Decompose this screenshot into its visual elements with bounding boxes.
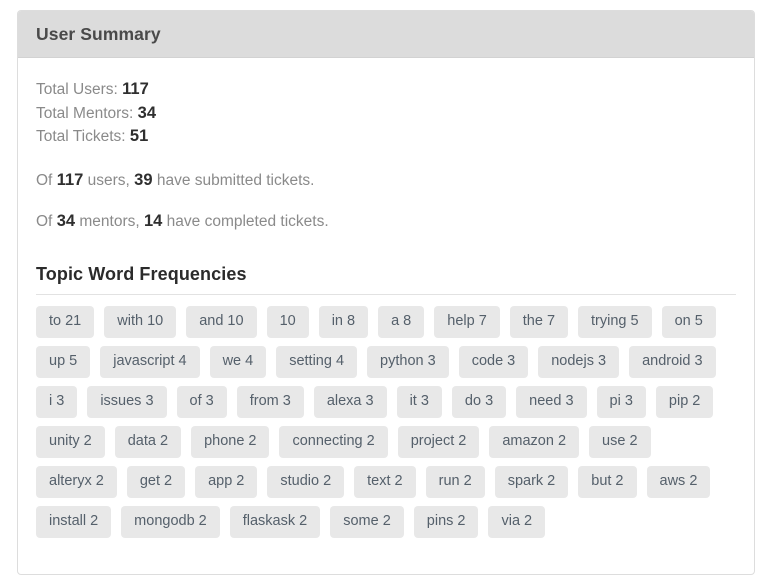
word-frequency-badge[interactable]: nodejs 3 [538,345,620,378]
word-frequency-badge[interactable]: pins 2 [413,505,479,538]
sentence-middle: users, [87,171,130,189]
word-frequency-badge[interactable]: from 3 [236,385,304,418]
sentence-middle: mentors, [79,212,140,230]
word-frequency-badge[interactable]: do 3 [451,385,507,418]
stat-label: Total Tickets: [36,128,126,145]
word-frequency-badge[interactable]: alexa 3 [313,385,387,418]
word-frequency-badge[interactable]: up 5 [36,345,91,378]
word-frequency-badge[interactable]: mongodb 2 [121,505,220,538]
word-frequency-badge[interactable]: project 2 [397,425,480,458]
sentence-prefix: Of [36,212,53,230]
panel-body: Total Users: 117 Total Mentors: 34 Total… [18,58,754,548]
word-frequency-badge[interactable]: data 2 [114,425,182,458]
section-divider [36,293,736,295]
word-frequency-badge[interactable]: connecting 2 [279,425,388,458]
word-frequency-list: to 21 with 10 and 10 10 in 8 a 8 help 7 the 7 tr… [36,305,736,538]
word-frequency-badge[interactable]: code 3 [458,345,529,378]
word-frequency-badge[interactable]: alteryx 2 [36,465,117,498]
sentence-completed-tickets: Of 34 mentors, 14 have completed tickets… [36,212,736,231]
word-frequency-badge[interactable]: of 3 [176,385,227,418]
page-title: User Summary [36,23,161,44]
word-frequency-badge[interactable]: 10 [266,305,309,338]
stat-value: 51 [129,127,149,145]
word-frequency-badge[interactable]: we 4 [209,345,267,378]
sentence-suffix: have submitted tickets. [156,171,315,189]
user-summary-panel: User Summary Total Users: 117 Total Ment… [17,10,755,575]
word-frequency-badge[interactable]: use 2 [589,425,651,458]
word-frequency-badge[interactable]: it 3 [396,385,442,418]
word-frequency-badge[interactable]: pi 3 [596,385,646,418]
sentence-prefix: Of [36,171,53,189]
word-frequency-badge[interactable]: setting 4 [276,345,358,378]
word-frequency-badge[interactable]: python 3 [367,345,449,378]
stat-value: 117 [122,80,149,98]
totals-block: Total Users: 117 Total Mentors: 34 Total… [36,78,736,149]
word-frequency-badge[interactable]: on 5 [661,305,716,338]
stat-label: Total Mentors: [36,104,134,122]
word-frequency-badge[interactable]: help 7 [434,305,500,338]
sentence-submitted-tickets: Of 117 users, 39 have submitted tickets. [36,171,736,190]
word-frequency-badge[interactable]: aws 2 [646,465,711,498]
sentence-value-submitted: 39 [134,170,153,189]
stat-total-tickets: Total Tickets: 51 [36,125,736,149]
stat-total-mentors: Total Mentors: 34 [36,102,736,126]
word-frequency-badge[interactable]: text 2 [354,465,416,498]
word-frequency-badge[interactable]: app 2 [195,465,258,498]
stat-total-users: Total Users: 117 [36,78,736,102]
word-frequency-badge[interactable]: run 2 [425,465,485,498]
word-frequency-badge[interactable]: but 2 [578,465,637,498]
word-frequency-badge[interactable]: some 2 [330,505,404,538]
word-frequency-badge[interactable]: install 2 [36,505,112,538]
word-frequency-badge[interactable]: the 7 [509,305,569,338]
sentence-value-completed: 14 [143,211,163,230]
word-frequency-badge[interactable]: a 8 [378,305,425,338]
stat-label: Total Users: [36,81,118,98]
sentence-value-users: 117 [56,170,84,189]
topic-word-frequencies-heading: Topic Word Frequencies [36,263,247,284]
word-frequency-badge[interactable]: with 10 [104,305,177,338]
word-frequency-badge[interactable]: flaskask 2 [229,505,321,538]
stat-value: 34 [137,103,157,122]
word-frequency-badge[interactable]: i 3 [36,385,78,418]
panel-header: User Summary [18,11,754,58]
word-frequency-badge[interactable]: spark 2 [494,465,569,498]
word-frequency-badge[interactable]: amazon 2 [489,425,580,458]
word-frequency-badge[interactable]: studio 2 [267,465,345,498]
word-frequency-badge[interactable]: phone 2 [191,425,270,458]
sentence-value-mentors: 34 [56,211,76,230]
word-frequency-badge[interactable]: to 21 [36,305,95,338]
word-frequency-badge[interactable]: issues 3 [87,385,167,418]
word-frequency-badge[interactable]: trying 5 [578,305,652,338]
word-frequency-badge[interactable]: in 8 [318,305,369,338]
word-frequency-badge[interactable]: and 10 [186,305,257,338]
word-frequency-badge[interactable]: android 3 [629,345,716,378]
word-frequency-badge[interactable]: pip 2 [655,385,714,418]
sentence-suffix: have completed tickets. [166,212,329,230]
word-frequency-badge[interactable]: via 2 [488,505,546,538]
word-frequency-badge[interactable]: get 2 [126,465,186,498]
word-frequency-badge[interactable]: javascript 4 [100,345,200,378]
word-frequency-badge[interactable]: need 3 [516,385,587,418]
word-frequency-badge[interactable]: unity 2 [36,425,105,458]
